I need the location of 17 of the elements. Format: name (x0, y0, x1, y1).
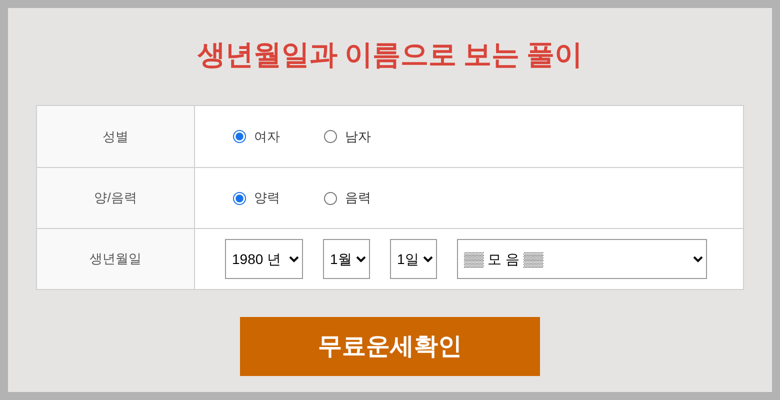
dropdown[interactable]: 1980 년 (225, 239, 303, 279)
radio-button[interactable] (233, 130, 246, 143)
row-label: 생년월일 (37, 229, 195, 289)
radio-button[interactable] (324, 192, 337, 204)
radio-option[interactable]: 여자 (233, 126, 280, 146)
submit-button[interactable]: 무료운세확인 (240, 317, 540, 376)
radio-option[interactable]: 음력 (324, 188, 371, 208)
page-title: 생년월일과 이름으로 보는 풀이 (198, 39, 582, 73)
dropdown[interactable]: 1월 (323, 239, 370, 279)
row-label: 양/음력 (37, 168, 195, 228)
radio-option[interactable]: 남자 (324, 126, 371, 146)
row-label: 성별 (37, 106, 195, 167)
dropdown[interactable]: ▒▒ 모 음 ▒▒ (457, 239, 707, 279)
radio-button[interactable] (233, 192, 246, 204)
dropdown[interactable]: 1일 (390, 239, 437, 279)
radio-option[interactable]: 양력 (233, 188, 280, 208)
radio-button[interactable] (324, 130, 337, 143)
